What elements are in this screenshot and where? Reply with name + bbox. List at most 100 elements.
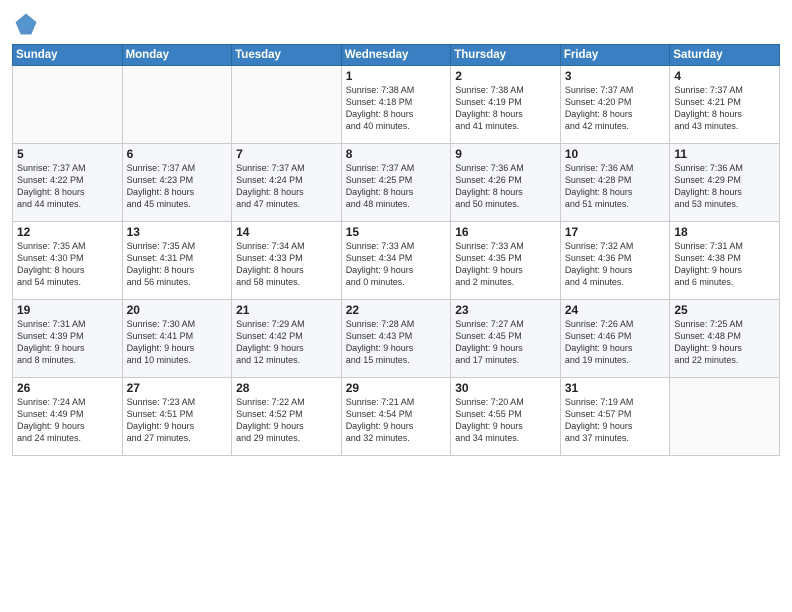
day-number: 28 [236,381,337,395]
day-number: 4 [674,69,775,83]
day-cell: 31Sunrise: 7:19 AM Sunset: 4:57 PM Dayli… [560,378,670,456]
day-number: 9 [455,147,556,161]
day-info: Sunrise: 7:38 AM Sunset: 4:18 PM Dayligh… [346,84,447,133]
day-number: 22 [346,303,447,317]
calendar-table: SundayMondayTuesdayWednesdayThursdayFrid… [12,44,780,456]
day-info: Sunrise: 7:36 AM Sunset: 4:28 PM Dayligh… [565,162,666,211]
day-info: Sunrise: 7:38 AM Sunset: 4:19 PM Dayligh… [455,84,556,133]
day-info: Sunrise: 7:37 AM Sunset: 4:24 PM Dayligh… [236,162,337,211]
day-cell: 3Sunrise: 7:37 AM Sunset: 4:20 PM Daylig… [560,66,670,144]
day-info: Sunrise: 7:20 AM Sunset: 4:55 PM Dayligh… [455,396,556,445]
day-info: Sunrise: 7:33 AM Sunset: 4:35 PM Dayligh… [455,240,556,289]
day-cell: 9Sunrise: 7:36 AM Sunset: 4:26 PM Daylig… [451,144,561,222]
day-cell: 1Sunrise: 7:38 AM Sunset: 4:18 PM Daylig… [341,66,451,144]
day-number: 6 [127,147,228,161]
day-number: 5 [17,147,118,161]
day-cell: 29Sunrise: 7:21 AM Sunset: 4:54 PM Dayli… [341,378,451,456]
day-cell: 19Sunrise: 7:31 AM Sunset: 4:39 PM Dayli… [13,300,123,378]
day-cell: 26Sunrise: 7:24 AM Sunset: 4:49 PM Dayli… [13,378,123,456]
day-number: 24 [565,303,666,317]
day-cell [232,66,342,144]
day-info: Sunrise: 7:32 AM Sunset: 4:36 PM Dayligh… [565,240,666,289]
day-number: 1 [346,69,447,83]
day-info: Sunrise: 7:19 AM Sunset: 4:57 PM Dayligh… [565,396,666,445]
day-number: 27 [127,381,228,395]
day-number: 29 [346,381,447,395]
day-cell: 30Sunrise: 7:20 AM Sunset: 4:55 PM Dayli… [451,378,561,456]
day-cell: 18Sunrise: 7:31 AM Sunset: 4:38 PM Dayli… [670,222,780,300]
day-number: 15 [346,225,447,239]
day-info: Sunrise: 7:23 AM Sunset: 4:51 PM Dayligh… [127,396,228,445]
day-cell: 17Sunrise: 7:32 AM Sunset: 4:36 PM Dayli… [560,222,670,300]
day-number: 23 [455,303,556,317]
week-row-5: 26Sunrise: 7:24 AM Sunset: 4:49 PM Dayli… [13,378,780,456]
day-number: 16 [455,225,556,239]
day-number: 13 [127,225,228,239]
day-info: Sunrise: 7:31 AM Sunset: 4:38 PM Dayligh… [674,240,775,289]
day-number: 31 [565,381,666,395]
day-cell: 23Sunrise: 7:27 AM Sunset: 4:45 PM Dayli… [451,300,561,378]
day-info: Sunrise: 7:27 AM Sunset: 4:45 PM Dayligh… [455,318,556,367]
weekday-header-thursday: Thursday [451,45,561,66]
day-number: 20 [127,303,228,317]
day-info: Sunrise: 7:30 AM Sunset: 4:41 PM Dayligh… [127,318,228,367]
day-cell: 5Sunrise: 7:37 AM Sunset: 4:22 PM Daylig… [13,144,123,222]
header [12,10,780,38]
day-cell: 11Sunrise: 7:36 AM Sunset: 4:29 PM Dayli… [670,144,780,222]
day-cell: 7Sunrise: 7:37 AM Sunset: 4:24 PM Daylig… [232,144,342,222]
day-cell: 25Sunrise: 7:25 AM Sunset: 4:48 PM Dayli… [670,300,780,378]
day-info: Sunrise: 7:37 AM Sunset: 4:21 PM Dayligh… [674,84,775,133]
day-info: Sunrise: 7:26 AM Sunset: 4:46 PM Dayligh… [565,318,666,367]
week-row-3: 12Sunrise: 7:35 AM Sunset: 4:30 PM Dayli… [13,222,780,300]
day-cell: 22Sunrise: 7:28 AM Sunset: 4:43 PM Dayli… [341,300,451,378]
day-cell: 15Sunrise: 7:33 AM Sunset: 4:34 PM Dayli… [341,222,451,300]
logo [12,10,44,38]
day-number: 7 [236,147,337,161]
day-number: 19 [17,303,118,317]
day-info: Sunrise: 7:29 AM Sunset: 4:42 PM Dayligh… [236,318,337,367]
day-number: 25 [674,303,775,317]
weekday-header-tuesday: Tuesday [232,45,342,66]
day-info: Sunrise: 7:37 AM Sunset: 4:22 PM Dayligh… [17,162,118,211]
day-info: Sunrise: 7:22 AM Sunset: 4:52 PM Dayligh… [236,396,337,445]
page-container: SundayMondayTuesdayWednesdayThursdayFrid… [0,0,792,612]
day-number: 14 [236,225,337,239]
day-number: 11 [674,147,775,161]
day-cell: 27Sunrise: 7:23 AM Sunset: 4:51 PM Dayli… [122,378,232,456]
day-number: 2 [455,69,556,83]
day-number: 21 [236,303,337,317]
day-cell [670,378,780,456]
day-cell: 20Sunrise: 7:30 AM Sunset: 4:41 PM Dayli… [122,300,232,378]
day-cell: 4Sunrise: 7:37 AM Sunset: 4:21 PM Daylig… [670,66,780,144]
day-info: Sunrise: 7:36 AM Sunset: 4:29 PM Dayligh… [674,162,775,211]
weekday-header-sunday: Sunday [13,45,123,66]
day-info: Sunrise: 7:33 AM Sunset: 4:34 PM Dayligh… [346,240,447,289]
weekday-header-wednesday: Wednesday [341,45,451,66]
day-cell: 10Sunrise: 7:36 AM Sunset: 4:28 PM Dayli… [560,144,670,222]
weekday-header-monday: Monday [122,45,232,66]
day-info: Sunrise: 7:37 AM Sunset: 4:20 PM Dayligh… [565,84,666,133]
week-row-1: 1Sunrise: 7:38 AM Sunset: 4:18 PM Daylig… [13,66,780,144]
day-cell: 21Sunrise: 7:29 AM Sunset: 4:42 PM Dayli… [232,300,342,378]
day-cell: 2Sunrise: 7:38 AM Sunset: 4:19 PM Daylig… [451,66,561,144]
day-cell: 16Sunrise: 7:33 AM Sunset: 4:35 PM Dayli… [451,222,561,300]
day-cell: 13Sunrise: 7:35 AM Sunset: 4:31 PM Dayli… [122,222,232,300]
weekday-header-saturday: Saturday [670,45,780,66]
day-cell: 28Sunrise: 7:22 AM Sunset: 4:52 PM Dayli… [232,378,342,456]
day-cell: 12Sunrise: 7:35 AM Sunset: 4:30 PM Dayli… [13,222,123,300]
day-info: Sunrise: 7:36 AM Sunset: 4:26 PM Dayligh… [455,162,556,211]
day-number: 17 [565,225,666,239]
day-cell [13,66,123,144]
weekday-header-friday: Friday [560,45,670,66]
day-cell: 6Sunrise: 7:37 AM Sunset: 4:23 PM Daylig… [122,144,232,222]
week-row-4: 19Sunrise: 7:31 AM Sunset: 4:39 PM Dayli… [13,300,780,378]
day-number: 10 [565,147,666,161]
day-info: Sunrise: 7:37 AM Sunset: 4:23 PM Dayligh… [127,162,228,211]
logo-icon [12,10,40,38]
day-cell: 8Sunrise: 7:37 AM Sunset: 4:25 PM Daylig… [341,144,451,222]
day-info: Sunrise: 7:21 AM Sunset: 4:54 PM Dayligh… [346,396,447,445]
day-info: Sunrise: 7:35 AM Sunset: 4:30 PM Dayligh… [17,240,118,289]
calendar-body: 1Sunrise: 7:38 AM Sunset: 4:18 PM Daylig… [13,66,780,456]
day-cell [122,66,232,144]
day-number: 12 [17,225,118,239]
